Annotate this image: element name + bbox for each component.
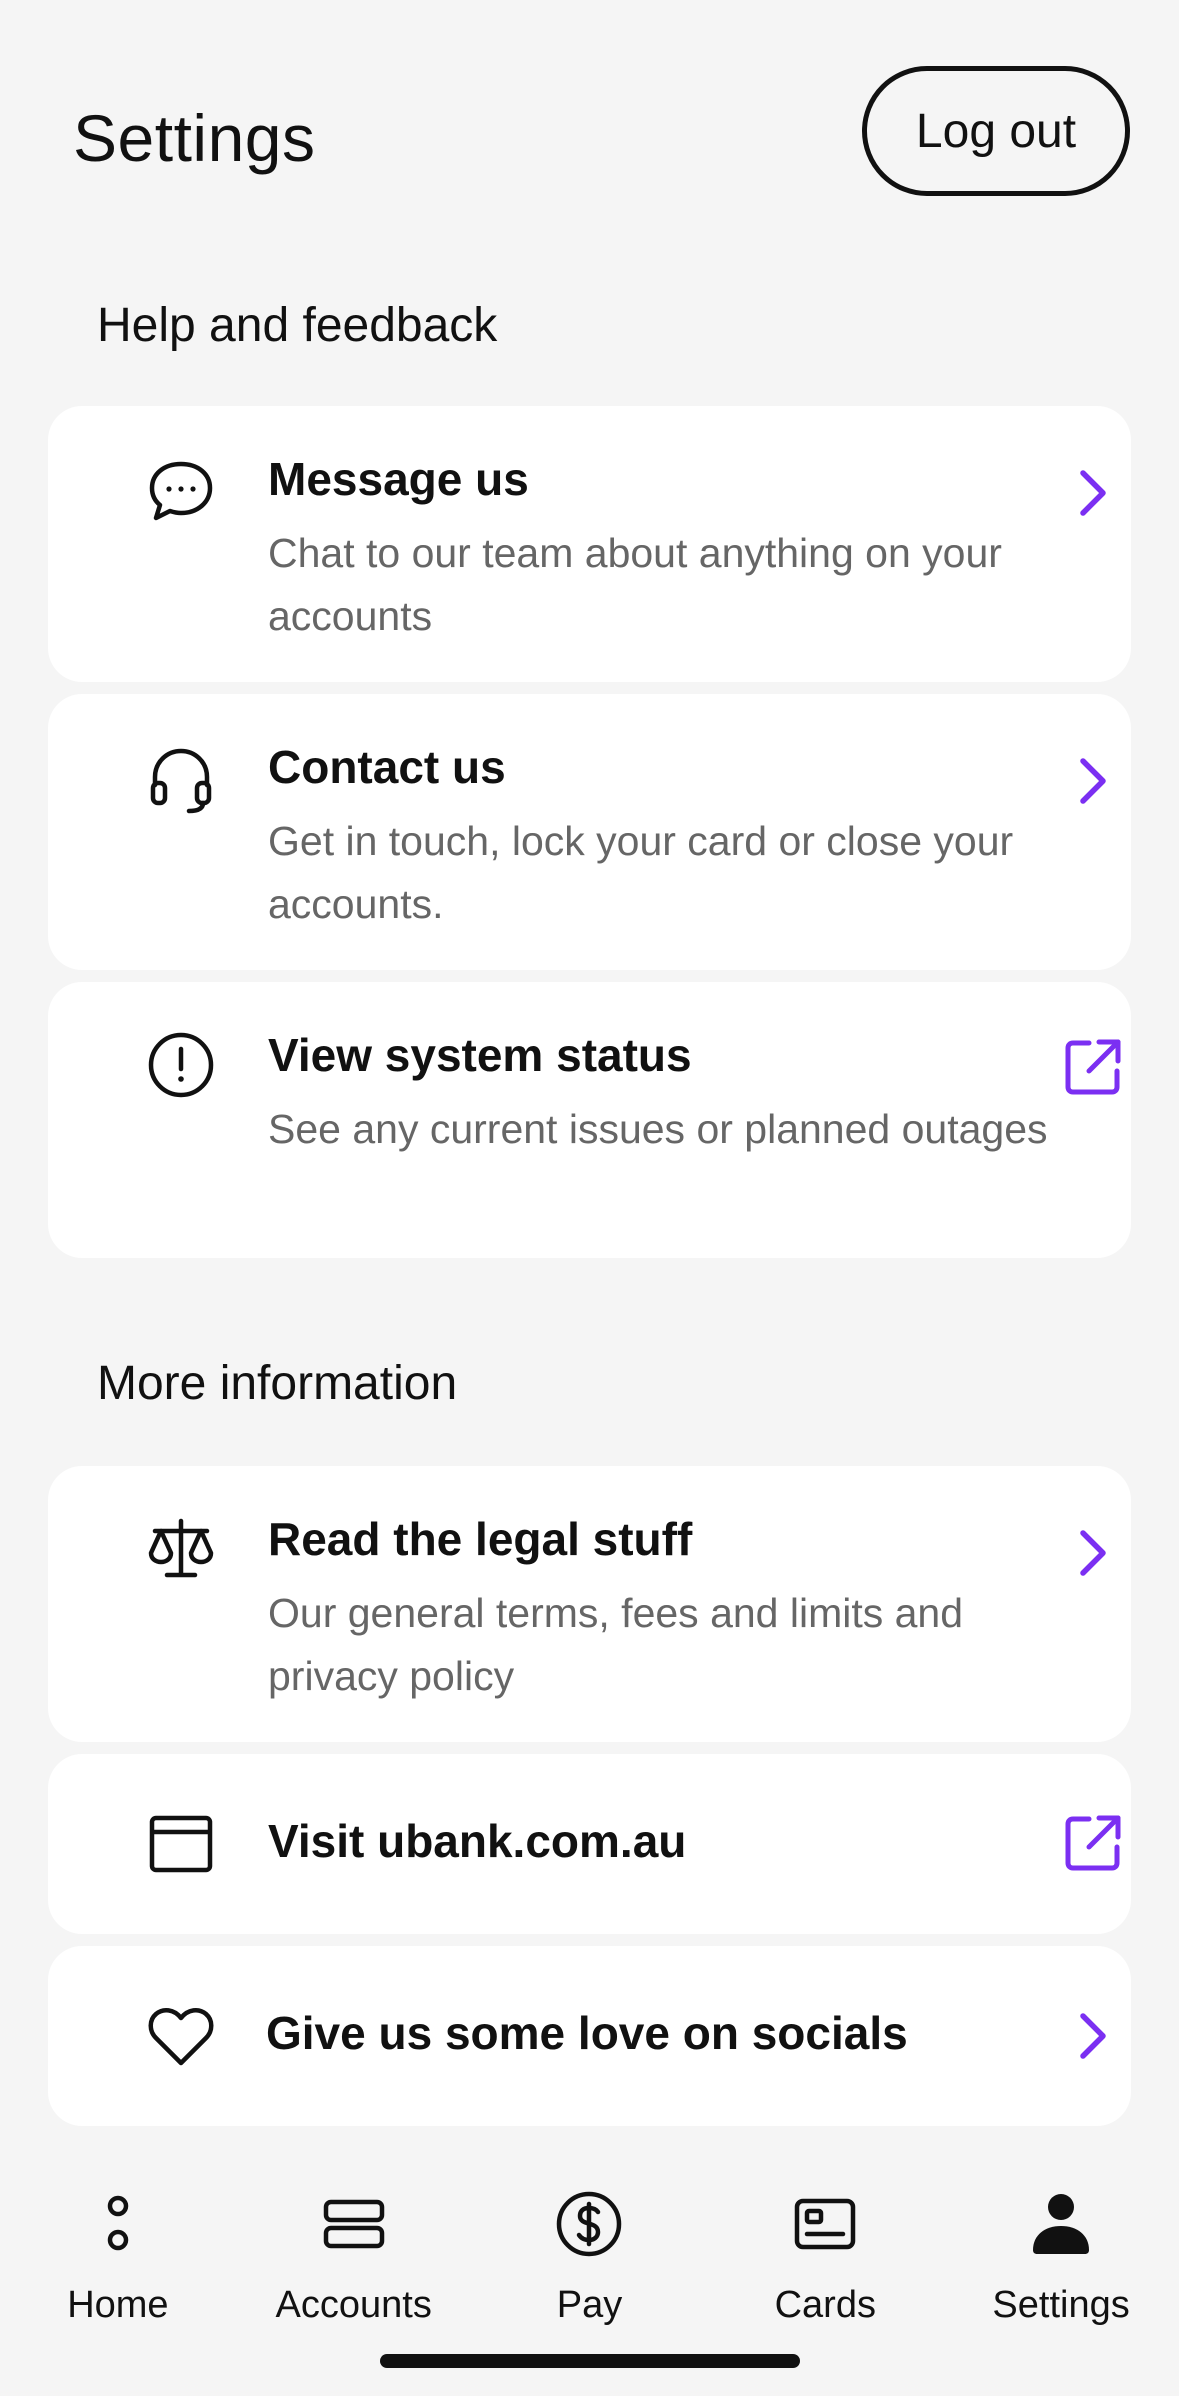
nav-item-settings[interactable]: Settings [943, 2150, 1179, 2350]
legal-description: Our general terms, fees and limits and p… [268, 1590, 964, 1699]
heart-icon [144, 2000, 218, 2074]
external-link-icon [1058, 1808, 1128, 1878]
home-indicator [380, 2354, 800, 2368]
message-us-title: Message us [268, 453, 529, 505]
browser-window-icon [144, 1807, 218, 1881]
alert-circle-icon [144, 1028, 218, 1102]
header: Settings Log out [0, 0, 1179, 260]
legal-card[interactable]: Read the legal stuff Our general terms, … [48, 1466, 1131, 1742]
nav-item-accounts[interactable]: Accounts [236, 2150, 472, 2350]
visit-website-card[interactable]: Visit ubank.com.au [48, 1754, 1131, 1934]
card-icon [787, 2186, 863, 2262]
accounts-stack-icon [316, 2186, 392, 2262]
chevron-right-icon [1058, 2001, 1128, 2071]
message-us-description: Chat to our team about anything on your … [268, 530, 1002, 639]
chevron-right-icon [1058, 1518, 1128, 1588]
system-status-card[interactable]: View system status See any current issue… [48, 982, 1131, 1258]
nav-item-pay[interactable]: Pay [472, 2150, 708, 2350]
message-us-card[interactable]: Message us Chat to our team about anythi… [48, 406, 1131, 682]
chevron-right-icon [1058, 746, 1128, 816]
nav-label-home: Home [67, 2284, 169, 2326]
chat-bubble-icon [144, 454, 218, 528]
visit-website-title: Visit ubank.com.au [268, 1815, 687, 1867]
socials-card[interactable]: Give us some love on socials [48, 1946, 1131, 2126]
headset-icon [144, 744, 218, 818]
nav-item-home[interactable]: Home [0, 2150, 236, 2350]
dollar-circle-icon [551, 2186, 627, 2262]
settings-screen: Settings Log out Help and feedback Messa… [0, 0, 1179, 2396]
legal-title: Read the legal stuff [268, 1513, 693, 1565]
section-heading-info: More information [97, 1357, 458, 1410]
person-icon [1023, 2186, 1099, 2262]
nav-label-settings: Settings [992, 2284, 1130, 2326]
socials-title: Give us some love on socials [266, 2007, 908, 2059]
scales-icon [144, 1512, 218, 1586]
nav-label-cards: Cards [774, 2284, 876, 2326]
section-heading-help: Help and feedback [97, 299, 498, 352]
nav-item-cards[interactable]: Cards [707, 2150, 943, 2350]
chevron-right-icon [1058, 458, 1128, 528]
bottom-nav: Home Accounts Pay Cards Settings [0, 2150, 1179, 2350]
contact-us-card[interactable]: Contact us Get in touch, lock your card … [48, 694, 1131, 970]
nav-label-pay: Pay [556, 2284, 623, 2326]
contact-us-description: Get in touch, lock your card or close yo… [268, 818, 1014, 927]
nav-label-accounts: Accounts [275, 2284, 432, 2326]
external-link-icon [1058, 1032, 1128, 1102]
logout-button[interactable]: Log out [862, 66, 1130, 196]
system-status-title: View system status [268, 1029, 692, 1081]
home-dots-icon [80, 2186, 156, 2262]
system-status-description: See any current issues or planned outage… [268, 1106, 1048, 1152]
page-title: Settings [73, 101, 316, 175]
contact-us-title: Contact us [268, 741, 506, 793]
